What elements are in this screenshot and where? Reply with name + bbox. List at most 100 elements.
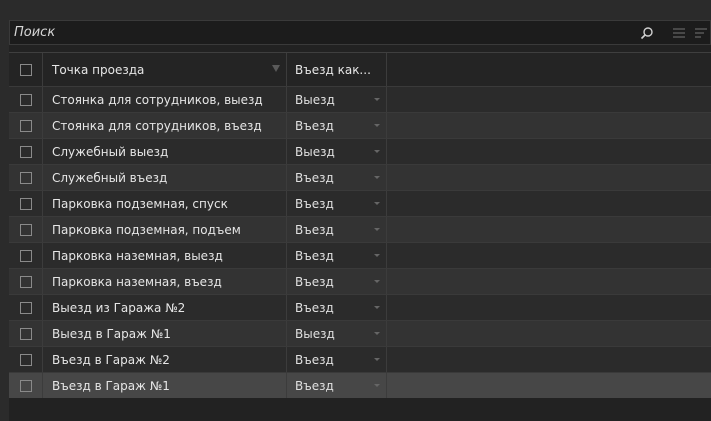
cell-point[interactable]: Парковка подземная, спуск [43, 191, 287, 216]
row-checkbox[interactable] [19, 353, 32, 366]
cell-direction-select[interactable]: Въезд [287, 217, 387, 242]
cell-direction-select[interactable]: Въезд [287, 347, 387, 372]
cell-empty [387, 87, 711, 112]
list-view-icon[interactable] [672, 26, 686, 40]
row-checkbox-cell [9, 113, 43, 138]
table-row[interactable]: Парковка наземная, выезд Въезд [9, 242, 711, 268]
cell-direction-text: Въезд [295, 300, 334, 315]
filter-list-icon[interactable] [694, 26, 708, 40]
chevron-down-icon[interactable] [374, 332, 380, 335]
search-input[interactable] [10, 21, 630, 44]
row-checkbox[interactable] [19, 327, 32, 340]
chevron-down-icon[interactable] [374, 358, 380, 361]
search-icon[interactable] [640, 26, 654, 40]
chevron-down-icon[interactable] [374, 150, 380, 153]
cell-direction-select[interactable]: Выезд [287, 139, 387, 164]
table-panel: Точка проезда Въезд как... Стоянка для с… [9, 20, 711, 421]
table-row[interactable]: Въезд в Гараж №1 Въезд [9, 372, 711, 398]
cell-point[interactable]: Въезд в Гараж №2 [43, 347, 287, 372]
cell-point[interactable]: Стоянка для сотрудников, выезд [43, 87, 287, 112]
table-header-row: Точка проезда Въезд как... [9, 52, 711, 86]
cell-empty [387, 347, 711, 372]
cell-point[interactable]: Парковка подземная, подъем [43, 217, 287, 242]
chevron-down-icon[interactable] [374, 280, 380, 283]
cell-empty [387, 191, 711, 216]
cell-direction-text: Въезд [295, 118, 334, 133]
cell-empty [387, 295, 711, 320]
row-checkbox[interactable] [19, 275, 32, 288]
cell-direction-text: Въезд [295, 222, 334, 237]
cell-direction-select[interactable]: Въезд [287, 373, 387, 398]
row-checkbox[interactable] [19, 171, 32, 184]
table-row[interactable]: Выезд в Гараж №1 Выезд [9, 320, 711, 346]
cell-point-text: Выезд в Гараж №1 [52, 326, 171, 341]
cell-point[interactable]: Служебный выезд [43, 139, 287, 164]
data-grid: Точка проезда Въезд как... Стоянка для с… [9, 52, 711, 398]
cell-direction-select[interactable]: Въезд [287, 113, 387, 138]
table-row[interactable]: Парковка наземная, въезд Въезд [9, 268, 711, 294]
cell-point[interactable]: Выезд из Гаража №2 [43, 295, 287, 320]
row-checkbox-cell [9, 373, 43, 398]
cell-point[interactable]: Парковка наземная, въезд [43, 269, 287, 294]
row-checkbox-cell [9, 243, 43, 268]
cell-direction-select[interactable]: Въезд [287, 191, 387, 216]
cell-direction-select[interactable]: Въезд [287, 243, 387, 268]
cell-direction-select[interactable]: Въезд [287, 269, 387, 294]
cell-direction-select[interactable]: Въезд [287, 295, 387, 320]
cell-empty [387, 269, 711, 294]
table-row[interactable]: Стоянка для сотрудников, въезд Въезд [9, 112, 711, 138]
search-bar [9, 20, 711, 45]
row-checkbox[interactable] [19, 379, 32, 392]
row-checkbox-cell [9, 139, 43, 164]
cell-direction-select[interactable]: Выезд [287, 87, 387, 112]
cell-point-text: Выезд из Гаража №2 [52, 300, 186, 315]
cell-direction-select[interactable]: Выезд [287, 321, 387, 346]
row-checkbox[interactable] [19, 145, 32, 158]
column-header-point[interactable]: Точка проезда [43, 53, 287, 86]
cell-point[interactable]: Парковка наземная, выезд [43, 243, 287, 268]
cell-direction-text: Въезд [295, 352, 334, 367]
column-header-direction-label: Въезд как... [295, 62, 371, 77]
table-row[interactable]: Служебный выезд Выезд [9, 138, 711, 164]
chevron-down-icon[interactable] [374, 384, 380, 387]
row-checkbox[interactable] [19, 197, 32, 210]
row-checkbox[interactable] [19, 119, 32, 132]
chevron-down-icon[interactable] [374, 98, 380, 101]
select-all-checkbox[interactable] [19, 63, 32, 76]
cell-point[interactable]: Въезд в Гараж №1 [43, 373, 287, 398]
cell-point[interactable]: Выезд в Гараж №1 [43, 321, 287, 346]
column-header-empty [387, 53, 711, 86]
cell-direction-text: Въезд [295, 170, 334, 185]
cell-point-text: Парковка подземная, спуск [52, 196, 228, 211]
table-row[interactable]: Въезд в Гараж №2 Въезд [9, 346, 711, 372]
row-checkbox-cell [9, 217, 43, 242]
row-checkbox-cell [9, 321, 43, 346]
cell-point[interactable]: Стоянка для сотрудников, въезд [43, 113, 287, 138]
chevron-down-icon[interactable] [374, 202, 380, 205]
chevron-down-icon[interactable] [374, 176, 380, 179]
table-row[interactable]: Выезд из Гаража №2 Въезд [9, 294, 711, 320]
filter-icon[interactable] [272, 65, 280, 72]
table-row[interactable]: Служебный въезд Въезд [9, 164, 711, 190]
cell-point-text: Въезд в Гараж №1 [52, 378, 170, 393]
chevron-down-icon[interactable] [374, 306, 380, 309]
table-row[interactable]: Стоянка для сотрудников, выезд Выезд [9, 86, 711, 112]
cell-point-text: Служебный въезд [52, 170, 168, 185]
cell-point-text: Служебный выезд [52, 144, 169, 159]
row-checkbox[interactable] [19, 249, 32, 262]
cell-point-text: Парковка наземная, въезд [52, 274, 222, 289]
cell-direction-select[interactable]: Въезд [287, 165, 387, 190]
row-checkbox[interactable] [19, 301, 32, 314]
chevron-down-icon[interactable] [374, 254, 380, 257]
row-checkbox[interactable] [19, 223, 32, 236]
chevron-down-icon[interactable] [374, 124, 380, 127]
chevron-down-icon[interactable] [374, 228, 380, 231]
table-row[interactable]: Парковка подземная, подъем Въезд [9, 216, 711, 242]
cell-point[interactable]: Служебный въезд [43, 165, 287, 190]
header-checkbox-cell [9, 53, 43, 86]
cell-direction-text: Въезд [295, 378, 334, 393]
column-header-direction[interactable]: Въезд как... [287, 53, 387, 86]
row-checkbox[interactable] [19, 93, 32, 106]
cell-point-text: Стоянка для сотрудников, выезд [52, 92, 263, 107]
table-row[interactable]: Парковка подземная, спуск Въезд [9, 190, 711, 216]
